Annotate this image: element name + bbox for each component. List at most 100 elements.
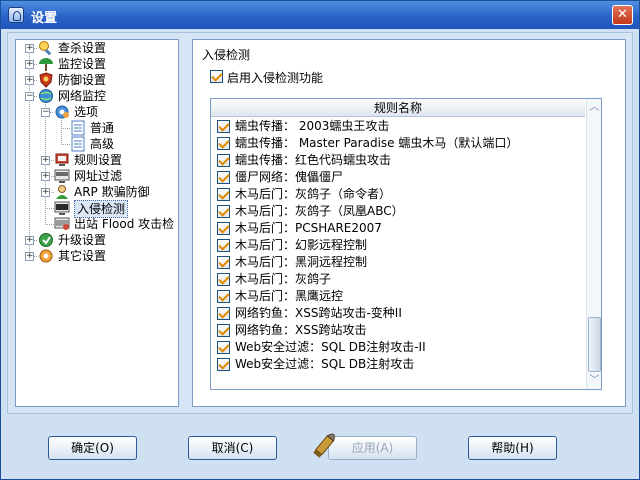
rule-name: 木马后门：黑鹰远控 bbox=[235, 289, 344, 303]
intrusion-icon bbox=[54, 201, 70, 215]
rule-row[interactable]: 蠕虫传播： 2003蠕虫王攻击 bbox=[211, 118, 585, 135]
url-filter-icon bbox=[54, 169, 70, 183]
rule-name-column-header[interactable]: 规则名称 bbox=[211, 99, 585, 117]
enable-intrusion-label[interactable]: 启用入侵检测功能 bbox=[227, 69, 323, 86]
tree-item-label: 查杀设置 bbox=[58, 41, 107, 55]
tree-item-general[interactable]: 普通 bbox=[16, 120, 178, 136]
tree-item-rule-settings[interactable]: + 规则设置 bbox=[16, 152, 178, 168]
close-button[interactable]: ✕ bbox=[612, 5, 633, 25]
rule-row[interactable]: Web安全过滤：SQL DB注射攻击-II bbox=[211, 339, 585, 356]
tree-item-defense-settings[interactable]: + 防御设置 bbox=[16, 72, 178, 88]
scroll-thumb[interactable] bbox=[588, 317, 601, 372]
tree-item-label: 普通 bbox=[90, 121, 115, 135]
title-bar[interactable]: 设置 ✕ bbox=[1, 1, 639, 29]
tree-item-options[interactable]: − 选项 bbox=[16, 104, 178, 120]
tree-item-intrusion-detection[interactable]: 入侵检测 bbox=[16, 200, 178, 218]
tree-item-label: 出站 Flood 攻击检 bbox=[74, 217, 175, 231]
settings-window: 设置 ✕ + 查杀设置 + 监控设置 + 防御设置 − 网络监控 − 选项 普通… bbox=[0, 0, 640, 480]
tree-item-scan-settings[interactable]: + 查杀设置 bbox=[16, 40, 178, 56]
tree-item-monitor-settings[interactable]: + 监控设置 bbox=[16, 56, 178, 72]
tree-item-url-filter[interactable]: + 网址过滤 bbox=[16, 168, 178, 184]
monitor-icon bbox=[39, 58, 53, 71]
rule-checkbox[interactable] bbox=[217, 273, 230, 286]
tree-item-advanced[interactable]: 高级 bbox=[16, 136, 178, 152]
rule-name: Web安全过滤：SQL DB注射攻击 bbox=[235, 357, 415, 371]
rule-row[interactable]: 网络钓鱼：XSS跨站攻击-变种II bbox=[211, 305, 585, 322]
rule-row[interactable]: 僵尸网络：傀儡僵尸 bbox=[211, 169, 585, 186]
rule-checkbox[interactable] bbox=[217, 358, 230, 371]
tree-item-label: 网络监控 bbox=[58, 89, 107, 103]
scroll-down-icon[interactable]: ﹀ bbox=[588, 374, 601, 387]
expand-plus-icon[interactable]: + bbox=[25, 44, 34, 53]
intrusion-detection-panel: 入侵检测 启用入侵检测功能 规则名称 蠕虫传播： 2003蠕虫王攻击 蠕虫传播：… bbox=[192, 39, 626, 407]
rule-checkbox[interactable] bbox=[217, 171, 230, 184]
rule-name: 木马后门：黑洞远程控制 bbox=[235, 255, 368, 269]
collapse-minus-icon[interactable]: − bbox=[41, 108, 50, 117]
expand-plus-icon[interactable]: + bbox=[41, 188, 50, 197]
rule-row[interactable]: 木马后门：幻影远程控制 bbox=[211, 237, 585, 254]
rule-name: 蠕虫传播： 2003蠕虫王攻击 bbox=[235, 119, 390, 133]
rule-checkbox[interactable] bbox=[217, 307, 230, 320]
tree-item-upgrade-settings[interactable]: + 升级设置 bbox=[16, 232, 178, 248]
expand-plus-icon[interactable]: + bbox=[25, 76, 34, 85]
expand-plus-icon[interactable]: + bbox=[41, 172, 50, 181]
tree-item-label: 网址过滤 bbox=[74, 169, 123, 183]
tree-item-other-settings[interactable]: + 其它设置 bbox=[16, 248, 178, 264]
network-icon bbox=[39, 89, 53, 103]
tree-item-label: 其它设置 bbox=[58, 249, 107, 263]
rule-name: 木马后门：幻影远程控制 bbox=[235, 238, 368, 252]
rules-list: 规则名称 蠕虫传播： 2003蠕虫王攻击 蠕虫传播： Master Paradi… bbox=[210, 98, 602, 390]
ok-button[interactable]: 确定(O) bbox=[48, 436, 137, 460]
defense-icon bbox=[39, 72, 53, 88]
other-settings-icon bbox=[39, 249, 53, 263]
tree-item-label: 升级设置 bbox=[58, 233, 107, 247]
rule-checkbox[interactable] bbox=[217, 137, 230, 150]
page-icon bbox=[71, 120, 85, 136]
collapse-minus-icon[interactable]: − bbox=[25, 92, 34, 101]
rule-name: 木马后门：灰鸽子 bbox=[235, 272, 332, 286]
rule-checkbox[interactable] bbox=[217, 239, 230, 252]
window-title: 设置 bbox=[31, 11, 58, 26]
tree-item-label: 防御设置 bbox=[58, 73, 107, 87]
rule-name: 网络钓鱼：XSS跨站攻击 bbox=[235, 323, 367, 337]
rule-row[interactable]: Web安全过滤：SQL DB注射攻击 bbox=[211, 356, 585, 373]
page-icon bbox=[71, 136, 85, 152]
options-gear-icon bbox=[55, 105, 69, 119]
tree-item-outbound-flood[interactable]: 出站 Flood 攻击检 bbox=[16, 216, 178, 232]
scroll-up-icon[interactable]: ︿ bbox=[588, 101, 601, 114]
tree-item-label: 监控设置 bbox=[58, 57, 107, 71]
settings-tree: + 查杀设置 + 监控设置 + 防御设置 − 网络监控 − 选项 普通 高级 +… bbox=[15, 39, 179, 407]
rule-checkbox[interactable] bbox=[217, 188, 230, 201]
rule-checkbox[interactable] bbox=[217, 120, 230, 133]
rule-row[interactable]: 木马后门：PCSHARE2007 bbox=[211, 220, 585, 237]
rule-row[interactable]: 木马后门：黑洞远程控制 bbox=[211, 254, 585, 271]
rule-row[interactable]: 蠕虫传播： Master Paradise 蠕虫木马（默认端口） bbox=[211, 135, 585, 152]
help-button[interactable]: 帮助(H) bbox=[468, 436, 557, 460]
rules-scrollbar[interactable]: ︿ ﹀ bbox=[586, 99, 601, 389]
rule-row[interactable]: 木马后门：灰鸽子 bbox=[211, 271, 585, 288]
expand-plus-icon[interactable]: + bbox=[41, 156, 50, 165]
rule-name: 僵尸网络：傀儡僵尸 bbox=[235, 170, 344, 184]
tree-item-label: 选项 bbox=[74, 105, 99, 119]
tree-item-label: ARP 欺骗防御 bbox=[74, 185, 150, 199]
rule-row[interactable]: 木马后门：灰鸽子（命令者） bbox=[211, 186, 585, 203]
rule-checkbox[interactable] bbox=[217, 222, 230, 235]
rule-row[interactable]: 木马后门：黑鹰远控 bbox=[211, 288, 585, 305]
rule-checkbox[interactable] bbox=[217, 205, 230, 218]
tree-item-arp-defense[interactable]: + ARP 欺骗防御 bbox=[16, 184, 178, 200]
rule-row[interactable]: 木马后门：灰鸽子（凤凰ABC） bbox=[211, 203, 585, 220]
tree-item-network-monitor[interactable]: − 网络监控 bbox=[16, 88, 178, 104]
cancel-button[interactable]: 取消(C) bbox=[188, 436, 277, 460]
rule-row[interactable]: 蠕虫传播：红色代码蠕虫攻击 bbox=[211, 152, 585, 169]
expand-plus-icon[interactable]: + bbox=[25, 252, 34, 261]
expand-plus-icon[interactable]: + bbox=[25, 236, 34, 245]
enable-intrusion-checkbox[interactable] bbox=[210, 70, 223, 83]
rule-checkbox[interactable] bbox=[217, 154, 230, 167]
rule-checkbox[interactable] bbox=[217, 324, 230, 337]
expand-plus-icon[interactable]: + bbox=[25, 60, 34, 69]
rule-checkbox[interactable] bbox=[217, 256, 230, 269]
rule-checkbox[interactable] bbox=[217, 341, 230, 354]
tree-item-label: 规则设置 bbox=[74, 153, 123, 167]
rule-row[interactable]: 网络钓鱼：XSS跨站攻击 bbox=[211, 322, 585, 339]
rule-checkbox[interactable] bbox=[217, 290, 230, 303]
